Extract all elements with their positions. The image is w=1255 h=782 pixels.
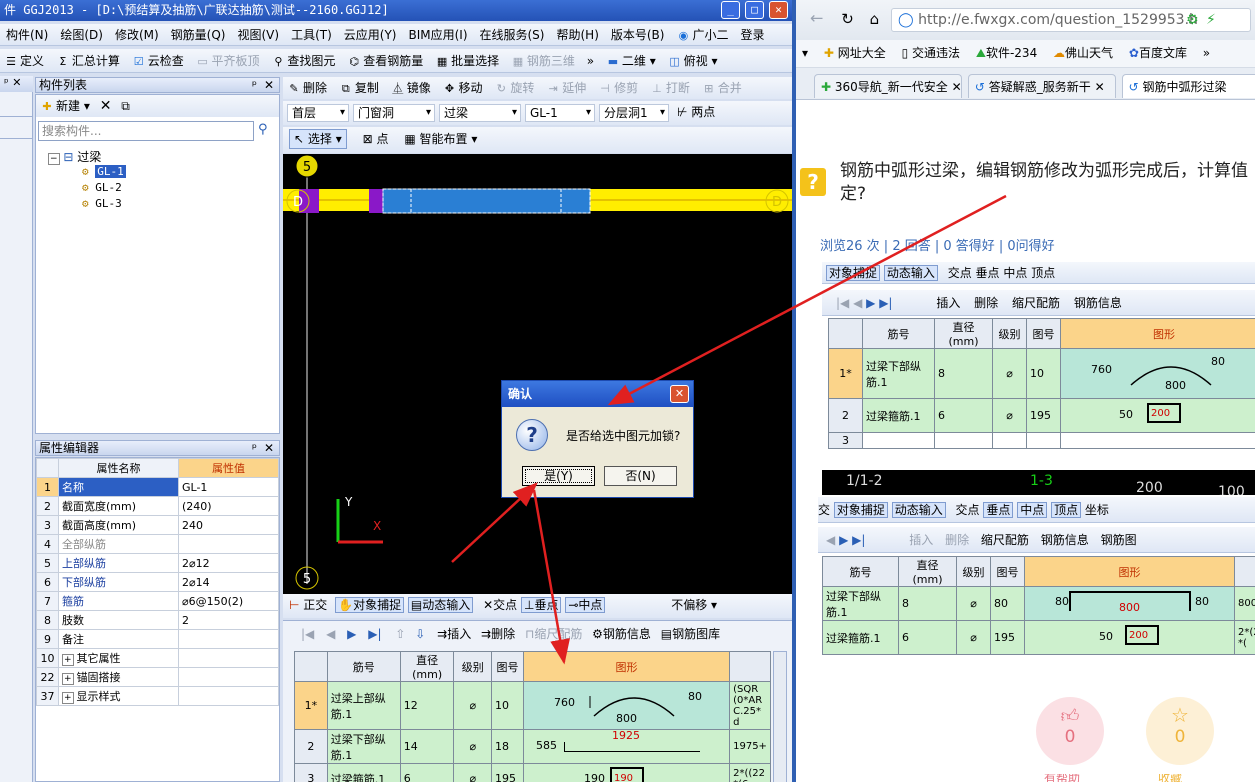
arrow-to-shape — [532, 489, 570, 665]
annotation-arrows — [451, 194, 1007, 665]
arrow-to-yes — [451, 482, 538, 563]
arrow-to-dialog — [607, 194, 1007, 406]
